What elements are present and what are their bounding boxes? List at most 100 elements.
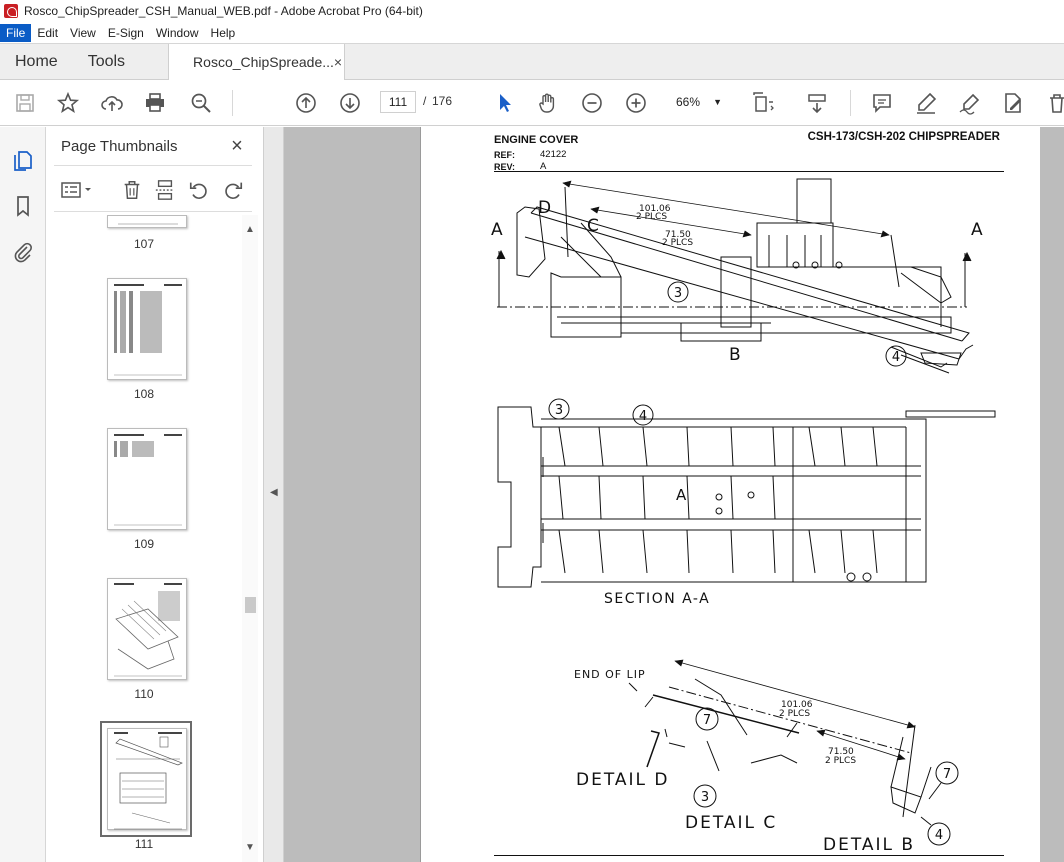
- toolbar-separator: [850, 90, 851, 116]
- bookmark-star-icon[interactable]: [55, 90, 81, 116]
- thumbnail-page-109[interactable]: [107, 428, 187, 530]
- scrollbar-thumb[interactable]: [245, 597, 256, 613]
- section-marker-a-left: A: [491, 220, 503, 240]
- scroll-down-arrow-icon[interactable]: ▼: [242, 841, 258, 855]
- callout-7-detail-c: 7: [703, 713, 711, 728]
- menu-esign[interactable]: E-Sign: [102, 24, 150, 42]
- thumbnail-label: 108: [133, 387, 155, 401]
- footer-rule: [494, 855, 1004, 856]
- tab-document[interactable]: Rosco_ChipSpreade... ×: [168, 44, 346, 80]
- detail-marker-c: C: [587, 216, 599, 236]
- previous-page-icon[interactable]: [293, 90, 319, 116]
- rotate-counterclockwise-icon[interactable]: [186, 177, 212, 203]
- menu-help[interactable]: Help: [205, 24, 242, 42]
- menu-window[interactable]: Window: [150, 24, 205, 42]
- thumbnail-label: 107: [133, 237, 155, 251]
- tab-tools[interactable]: Tools: [73, 44, 140, 79]
- page-separator: /: [423, 94, 427, 108]
- tab-bar: Home Tools Rosco_ChipSpreade... ×: [0, 43, 1064, 80]
- hand-tool-icon[interactable]: [535, 90, 561, 116]
- select-cursor-icon[interactable]: [492, 90, 518, 116]
- callout-4-detail: 4: [935, 828, 943, 843]
- menu-view[interactable]: View: [64, 24, 102, 42]
- panel-divider: [54, 211, 252, 212]
- end-of-lip-label: END OF LIP: [574, 668, 646, 681]
- section-a-a-label: SECTION A-A: [604, 591, 710, 607]
- tab-home[interactable]: Home: [0, 44, 73, 79]
- pdf-page: ENGINE COVER CSH-173/CSH-202 CHIPSPREADE…: [420, 127, 1040, 862]
- thumbnail-list: 107 108 109 110 111: [46, 215, 242, 862]
- next-page-icon[interactable]: [337, 90, 363, 116]
- zoom-level-dropdown[interactable]: 66% ▼: [668, 91, 728, 113]
- thumbnail-page-108[interactable]: [107, 278, 187, 380]
- title-bar: Rosco_ChipSpreader_CSH_Manual_WEB.pdf - …: [0, 0, 1064, 22]
- page-number-input[interactable]: 111: [380, 91, 416, 113]
- zoom-search-icon[interactable]: [188, 90, 214, 116]
- page-total: 176: [432, 94, 453, 108]
- panel-close-icon[interactable]: ×: [226, 135, 248, 157]
- edit-pdf-icon[interactable]: [1000, 90, 1026, 116]
- thumbnail-label: 110: [134, 687, 154, 701]
- thumbnail-page-107[interactable]: [107, 215, 187, 228]
- panel-divider: [54, 165, 252, 166]
- save-icon[interactable]: [12, 90, 38, 116]
- section-marker-a-right: A: [971, 220, 983, 240]
- detail-dimension-outer-note: 2 PLCS: [779, 709, 810, 719]
- scroll-up-arrow-icon[interactable]: ▲: [242, 223, 258, 237]
- callout-3-detail: 3: [701, 790, 709, 805]
- highlight-pen-icon[interactable]: [913, 90, 939, 116]
- page-fit-icon[interactable]: [750, 90, 776, 116]
- thumbnail-page-110[interactable]: [107, 578, 187, 680]
- menu-file[interactable]: File: [0, 23, 32, 42]
- thumbnail-options-icon[interactable]: [58, 177, 96, 203]
- upload-cloud-icon[interactable]: [99, 90, 125, 116]
- page-thumbnails-icon[interactable]: [10, 147, 36, 173]
- thumbnail-scrollbar[interactable]: ▲ ▼: [242, 215, 258, 862]
- detail-c-label: DETAIL C: [685, 813, 777, 833]
- detail-dimension-inner-note: 2 PLCS: [825, 756, 856, 766]
- insert-page-icon[interactable]: [152, 177, 178, 203]
- callout-7-detail-b: 7: [943, 767, 951, 782]
- bookmarks-icon[interactable]: [10, 193, 36, 219]
- detail-d-label: DETAIL D: [576, 770, 670, 790]
- toolbar-separator: [232, 90, 233, 116]
- tab-close-icon[interactable]: ×: [334, 54, 342, 70]
- thumbnail-label: 111: [134, 837, 154, 851]
- callout-4-side: 4: [892, 350, 900, 365]
- page-thumbnails-panel: Page Thumbnails × 107 108 109 110 111 ▲ …: [46, 127, 264, 862]
- zoom-in-icon[interactable]: [623, 90, 649, 116]
- detail-marker-b: B: [729, 345, 741, 365]
- delete-page-icon[interactable]: [119, 177, 145, 203]
- tab-document-label: Rosco_ChipSpreade...: [193, 54, 334, 70]
- engineering-drawing: A A D C B A 101.06 2 PLCS 71.50 2 PLCS 1…: [491, 178, 996, 855]
- zoom-out-icon[interactable]: [579, 90, 605, 116]
- panel-title: Page Thumbnails: [61, 138, 178, 155]
- callout-3-plan: 3: [555, 403, 563, 418]
- acrobat-logo-icon: [4, 4, 18, 18]
- menu-bar: File Edit View E-Sign Window Help: [0, 22, 1064, 43]
- delete-icon[interactable]: [1044, 90, 1064, 116]
- dimension-inner-note: 2 PLCS: [662, 238, 693, 248]
- comment-icon[interactable]: [869, 90, 895, 116]
- zoom-level-value: 66%: [676, 95, 701, 109]
- print-icon[interactable]: [142, 90, 168, 116]
- navigation-rail: [0, 127, 46, 862]
- detail-marker-d: D: [538, 198, 551, 218]
- section-marker-a-plan: A: [676, 486, 687, 504]
- thumbnail-page-111[interactable]: [107, 728, 187, 830]
- menu-edit[interactable]: Edit: [31, 24, 64, 42]
- callout-4-plan: 4: [639, 409, 647, 424]
- document-view[interactable]: ENGINE COVER CSH-173/CSH-202 CHIPSPREADE…: [284, 127, 1064, 862]
- callout-3-side: 3: [674, 286, 682, 301]
- rotate-clockwise-icon[interactable]: [220, 177, 246, 203]
- chevron-down-icon: ▼: [713, 97, 722, 107]
- panel-collapse-handle[interactable]: ◀: [264, 127, 284, 862]
- window-title: Rosco_ChipSpreader_CSH_Manual_WEB.pdf - …: [24, 4, 423, 18]
- detail-b-label: DETAIL B: [823, 835, 915, 855]
- sign-icon[interactable]: [957, 90, 983, 116]
- thumbnail-label: 109: [133, 537, 155, 551]
- collapse-arrow-icon[interactable]: ◀: [270, 487, 278, 498]
- main-toolbar: 111 / 176 66% ▼: [0, 80, 1064, 126]
- attachments-paperclip-icon[interactable]: [10, 239, 36, 265]
- scroll-mode-icon[interactable]: [804, 90, 830, 116]
